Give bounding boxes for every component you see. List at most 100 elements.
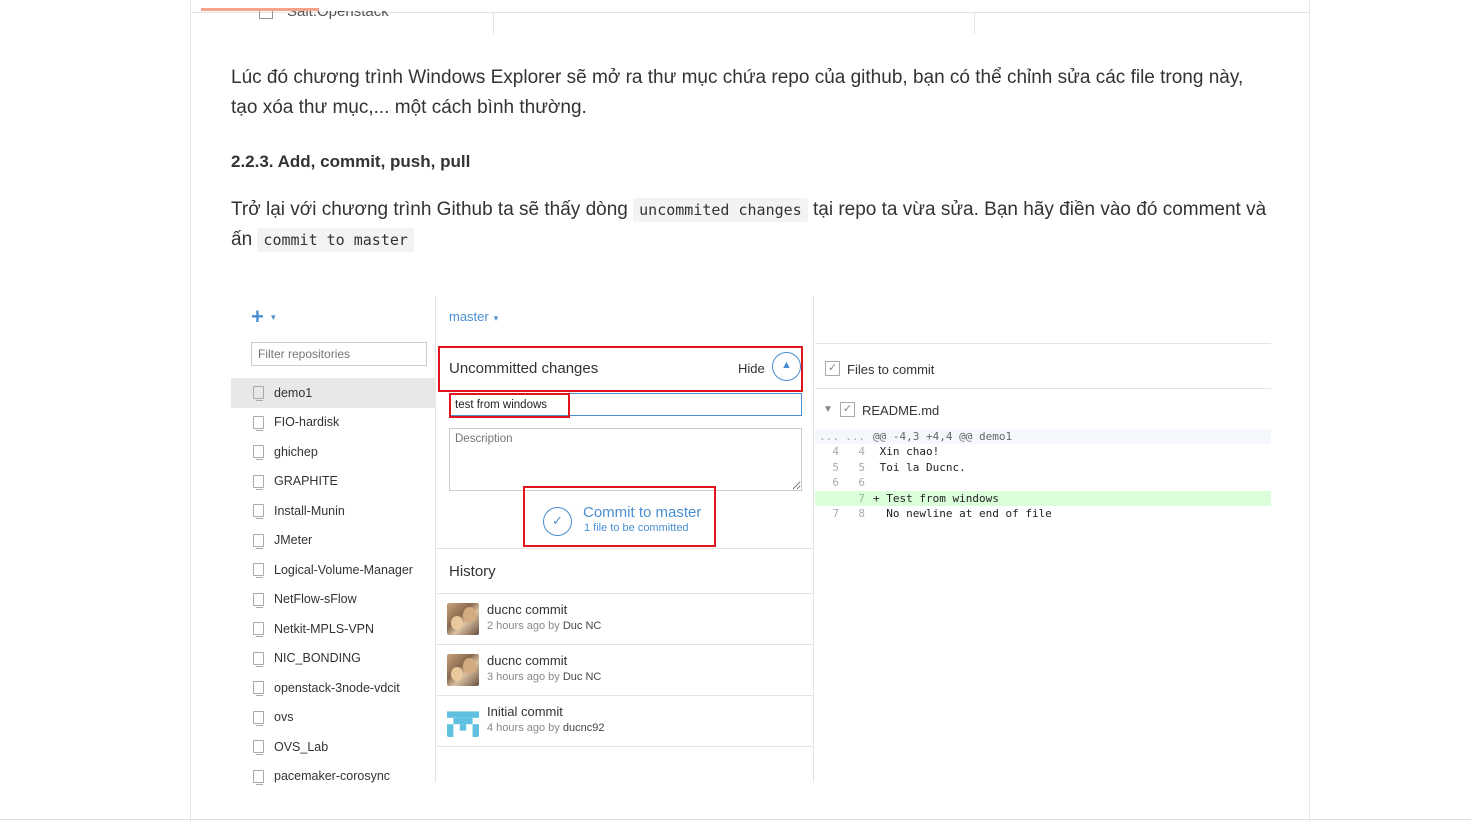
commit-description-input[interactable]	[449, 428, 802, 491]
files-to-commit-label: Files to commit	[847, 362, 935, 377]
history-item[interactable]: Initial commit 4 hours ago by ducnc92	[437, 696, 814, 747]
line-number: 8	[858, 506, 865, 520]
paragraph-text: Trở lại với chương trình Github ta sẽ th…	[231, 199, 634, 220]
repo-name: ovs	[274, 710, 294, 725]
divider	[815, 343, 1271, 344]
line-number: ...	[845, 430, 865, 443]
chevron-down-icon: ▾	[493, 313, 499, 323]
table-column-border	[493, 12, 494, 34]
repo-item[interactable]: demo1	[231, 378, 436, 408]
repo-icon	[253, 504, 264, 520]
repo-icon	[253, 622, 264, 638]
repo-icon	[253, 415, 264, 431]
chevron-down-icon[interactable]: ▼	[823, 404, 833, 415]
chevron-down-icon[interactable]: ▾	[271, 312, 276, 323]
repo-name: pacemaker-corosync	[274, 769, 391, 784]
commit-author: Duc NC	[562, 620, 602, 632]
repo-name: NIC_BONDING	[274, 651, 361, 666]
repo-icon	[253, 563, 264, 579]
filter-repositories-input[interactable]	[251, 342, 427, 366]
files-to-commit-checkbox[interactable]: ✓	[825, 361, 840, 376]
repo-icon	[253, 533, 264, 549]
repo-icon	[253, 710, 264, 726]
repo-item[interactable]: FIO-hardisk	[231, 408, 436, 438]
branch-selector[interactable]: master ▾	[449, 309, 498, 324]
diff-code: Xin chao!	[873, 445, 940, 459]
commit-title: Initial commit	[487, 704, 563, 719]
repo-item[interactable]: NIC_BONDING	[231, 644, 436, 674]
repo-name: NetFlow-sFlow	[274, 592, 357, 607]
repo-icon	[253, 740, 264, 756]
inline-code-uncommited: uncommited changes	[633, 198, 808, 222]
viewport-edge	[0, 819, 1471, 820]
diff-code: + Test from windows	[873, 491, 999, 505]
diff-line: 5 5 Toi la Ducnc.	[815, 460, 1271, 475]
inline-code-commit: commit to master	[257, 228, 414, 252]
line-number: 4	[858, 445, 865, 459]
line-number: 7	[832, 506, 839, 520]
history-item[interactable]: ducnc commit 3 hours ago by Duc NC	[437, 645, 814, 696]
repo-item[interactable]: NetFlow-sFlow	[231, 585, 436, 615]
identicon-icon	[447, 711, 479, 737]
add-repo-button[interactable]: +	[251, 304, 264, 330]
repo-icon	[253, 386, 264, 402]
section-heading: 2.2.3. Add, commit, push, pull	[231, 152, 471, 171]
diff-code: Toi la Ducnc.	[873, 460, 966, 474]
repo-icon	[253, 445, 264, 461]
divider	[815, 388, 1271, 389]
divider	[437, 548, 814, 549]
line-number: ...	[819, 430, 839, 443]
repo-name: JMeter	[274, 533, 313, 548]
repo-name: FIO-hardisk	[274, 415, 340, 430]
highlight-box-commit	[523, 486, 716, 547]
paragraph-commit: Trở lại với chương trình Github ta sẽ th…	[231, 195, 1271, 255]
repo-icon	[253, 592, 264, 608]
line-number: 4	[832, 445, 839, 459]
commit-meta: 2 hours ago by Duc NC	[487, 620, 601, 632]
github-desktop-screenshot: + ▾ demo1 FIO-hardisk ghichep GRAPHITE Insta…	[231, 296, 1271, 785]
repo-list: demo1 FIO-hardisk ghichep GRAPHITE Install-M…	[231, 378, 436, 791]
repo-item[interactable]: pacemaker-corosync	[231, 762, 436, 792]
history-title: History	[449, 563, 496, 580]
commit-author: ducnc92	[562, 722, 605, 734]
repo-item[interactable]: JMeter	[231, 526, 436, 556]
repo-item[interactable]: ovs	[231, 703, 436, 733]
diff-code: @@ -4,3 +4,4 @@ demo1	[873, 430, 1013, 443]
repo-name: Netkit-MPLS-VPN	[274, 621, 375, 636]
branch-name: master	[449, 309, 489, 324]
repo-icon	[253, 681, 264, 697]
line-number: 5	[858, 460, 865, 474]
repo-name: Install-Munin	[274, 503, 345, 518]
repo-item[interactable]: openstack-3node-vdcit	[231, 673, 436, 703]
history-item[interactable]: ducnc commit 2 hours ago by Duc NC	[437, 594, 814, 645]
repo-icon	[253, 474, 264, 490]
avatar	[447, 705, 479, 737]
repo-item[interactable]: Netkit-MPLS-VPN	[231, 614, 436, 644]
repo-name: ghichep	[274, 444, 318, 459]
repo-sidebar: + ▾ demo1 FIO-hardisk ghichep GRAPHITE Insta…	[231, 296, 436, 785]
repo-name: Logical-Volume-Manager	[274, 562, 413, 577]
repo-icon	[253, 769, 264, 785]
commit-meta: 3 hours ago by Duc NC	[487, 671, 601, 683]
diff-line: 4 4 Xin chao!	[815, 444, 1271, 459]
repo-name: GRAPHITE	[274, 474, 338, 489]
repo-item[interactable]: ghichep	[231, 437, 436, 467]
line-number: 6	[858, 476, 865, 490]
diff-line: 66	[815, 475, 1271, 490]
repo-item[interactable]: Logical-Volume-Manager	[231, 555, 436, 585]
table-cell-text: Salt.Openstack	[287, 3, 389, 20]
highlight-box-uncommitted	[438, 346, 803, 392]
diff-pane: ✓ Files to commit ▼ ✓ README.md ...... @@…	[815, 296, 1271, 782]
avatar	[447, 603, 479, 635]
commit-author: Duc NC	[562, 671, 602, 683]
repo-item[interactable]: Install-Munin	[231, 496, 436, 526]
repo-item[interactable]: OVS_Lab	[231, 732, 436, 762]
diff-view: ...... @@ -4,3 +4,4 @@ demo1 4 4 Xin chao! 5…	[815, 429, 1271, 521]
file-name: README.md	[862, 403, 940, 418]
repo-item[interactable]: GRAPHITE	[231, 467, 436, 497]
repo-icon	[259, 11, 273, 19]
line-number: 5	[832, 460, 839, 474]
commit-title: ducnc commit	[487, 653, 568, 668]
file-checkbox[interactable]: ✓	[840, 402, 855, 417]
commit-title: ducnc commit	[487, 602, 568, 617]
